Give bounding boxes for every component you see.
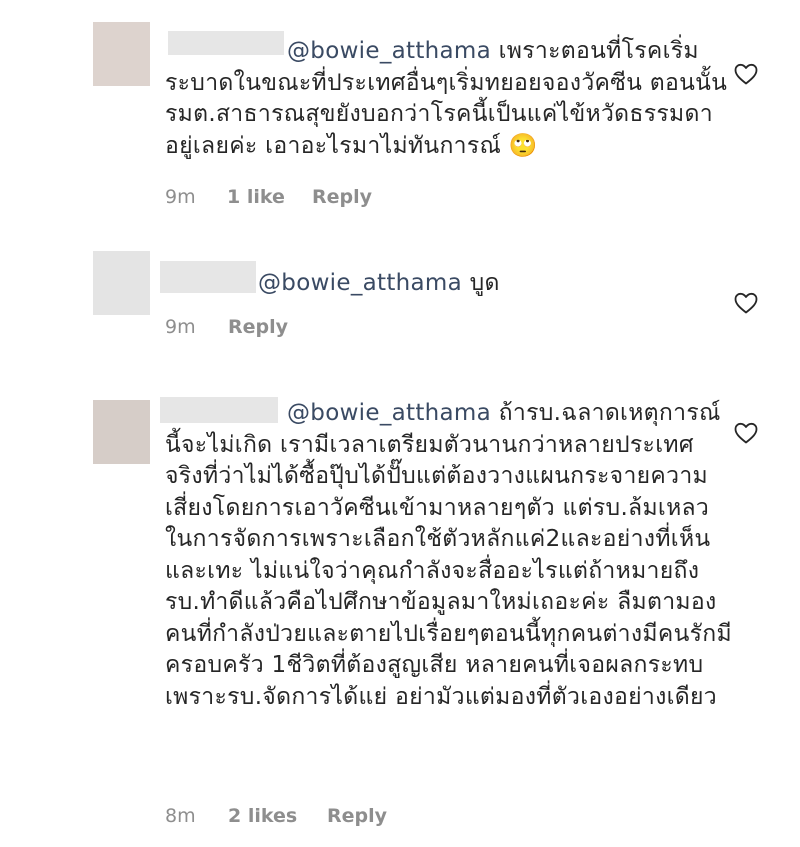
likes-count[interactable]: 1 like [227, 186, 312, 208]
reply-button[interactable]: Reply [312, 186, 372, 208]
comment-text: @bowie_atthama บูด [165, 268, 735, 300]
avatar[interactable] [93, 251, 150, 315]
mention-link[interactable]: @bowie_atthama [287, 38, 491, 64]
avatar[interactable] [93, 400, 150, 464]
comment-meta: 8m 2 likes Reply [165, 805, 387, 827]
comment-time[interactable]: 8m [165, 805, 228, 827]
comment-time[interactable]: 9m [165, 316, 228, 338]
mention-link[interactable]: @bowie_atthama [287, 400, 491, 426]
reply-button[interactable]: Reply [228, 316, 288, 338]
heart-outline-icon[interactable] [734, 422, 758, 444]
comment-time[interactable]: 9m [165, 186, 227, 208]
comment-meta: 9m 1 like Reply [165, 186, 372, 208]
reply-button[interactable]: Reply [327, 805, 387, 827]
comment-text: @bowie_atthama เพราะตอนที่โรคเริ่มระบาดใ… [165, 36, 735, 162]
heart-outline-icon[interactable] [734, 63, 758, 85]
comment-meta: 9m Reply [165, 316, 288, 338]
heart-outline-icon[interactable] [734, 292, 758, 314]
comment-text: @bowie_atthama ถ้ารบ.ฉลาดเหตุการณ์นี้จะไ… [165, 398, 735, 713]
mention-link[interactable]: @bowie_atthama [258, 270, 462, 296]
comment-body: ถ้ารบ.ฉลาดเหตุการณ์นี้จะไม่เกิด เรามีเวล… [165, 400, 732, 710]
avatar[interactable] [93, 22, 150, 86]
comment-body: บูด [462, 270, 500, 296]
likes-count[interactable]: 2 likes [228, 805, 327, 827]
